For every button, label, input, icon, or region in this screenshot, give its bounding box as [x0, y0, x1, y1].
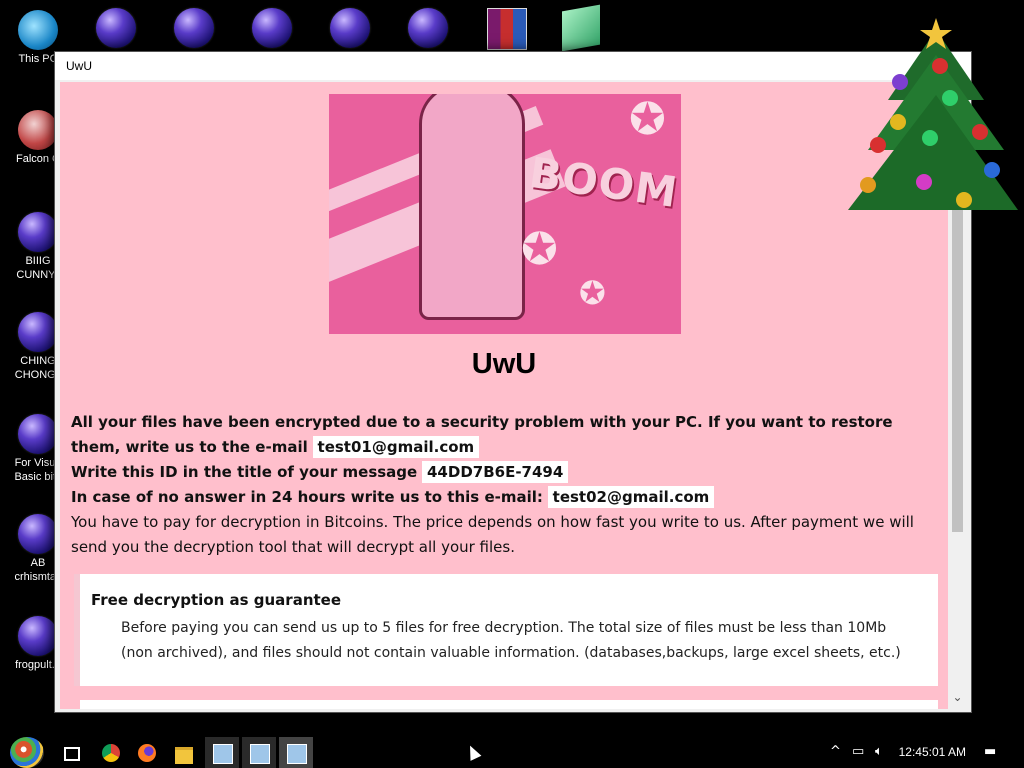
computer-icon — [18, 10, 58, 50]
firefox-button[interactable] — [130, 737, 164, 768]
christmas-tree-image — [848, 18, 1018, 210]
ornament-icon — [18, 312, 58, 352]
guarantee-text: Before paying you can send us up to 5 fi… — [121, 620, 901, 661]
scroll-down-arrow-icon[interactable]: ⌄ — [952, 691, 963, 703]
anime-girl-figure — [419, 94, 525, 320]
network-icon[interactable]: ▭ — [852, 744, 864, 759]
clock[interactable]: 12:45:01 AM — [899, 745, 966, 759]
desktop-icon-ornament-3[interactable] — [252, 8, 296, 52]
ornament-icon — [18, 212, 58, 252]
boom-text: BOOM — [526, 147, 681, 218]
app-window-icon — [213, 744, 233, 764]
file-explorer-button[interactable] — [167, 737, 201, 768]
page-title: UwU — [471, 348, 537, 380]
anime-image: BOOM ✪ ✪ ✪ — [329, 94, 681, 334]
volume-icon[interactable]: 🔈︎ — [875, 744, 883, 759]
desktop-icon-ornament-1[interactable] — [96, 8, 140, 52]
app-window-icon — [250, 744, 270, 764]
recycle-icon — [18, 110, 58, 150]
folder-icon — [175, 747, 193, 764]
scrollbar-thumb[interactable] — [952, 202, 963, 532]
app-window-icon — [287, 744, 307, 764]
chrome-icon — [102, 744, 120, 762]
guarantee-title: Free decryption as guarantee — [91, 591, 342, 609]
ornament-icon — [18, 414, 58, 454]
desktop-icon-label: This PC — [18, 53, 58, 65]
taskbar: ^ ▭ 🔈︎ 12:45:01 AM ▬ — [0, 737, 1024, 768]
task-view-button[interactable] — [54, 737, 88, 768]
window-content: BOOM ✪ ✪ ✪ UwU All your files have been … — [60, 82, 948, 709]
guarantee-panel: Free decryption as guarantee Before payi… — [80, 574, 938, 686]
desktop-icon-winrar[interactable] — [487, 8, 531, 52]
firefox-icon — [138, 744, 156, 762]
payment-text: You have to pay for decryption in Bitcoi… — [71, 513, 914, 556]
window-titlebar[interactable]: UwU — [55, 52, 971, 80]
instruction-text: Write this ID in the title of your messa… — [71, 463, 418, 481]
window-title: UwU — [66, 59, 92, 73]
desktop-icon-ornament-5[interactable] — [408, 8, 452, 52]
instruction-text: In case of no answer in 24 hours write u… — [71, 488, 543, 506]
chrome-button[interactable] — [94, 737, 128, 768]
start-button[interactable] — [6, 737, 46, 768]
taskbar-app-3[interactable] — [279, 737, 313, 768]
desktop-icon-ornament-2[interactable] — [174, 8, 218, 52]
ransom-window[interactable]: UwU BOOM ✪ ✪ ✪ UwU All your files have b… — [54, 51, 972, 713]
star-icon: ✪ — [521, 224, 558, 275]
ornament-icon — [18, 616, 58, 656]
desktop-icon-ornament-4[interactable] — [330, 8, 374, 52]
desktop-icon-notepad[interactable] — [562, 4, 606, 52]
instruction-text: All your files have been encrypted due t… — [71, 413, 893, 456]
next-panel — [80, 700, 938, 709]
notification-icon[interactable]: ▬ — [984, 744, 996, 759]
tray-chevron-icon[interactable]: ^ — [830, 744, 841, 759]
contact-email-1[interactable]: test01@gmail.com — [312, 436, 480, 458]
start-orb-icon — [10, 737, 44, 768]
taskbar-app-2[interactable] — [242, 737, 276, 768]
taskbar-app-1[interactable] — [205, 737, 239, 768]
ornament-icon — [18, 514, 58, 554]
star-icon: ✪ — [629, 94, 666, 145]
victim-id[interactable]: 44DD7B6E-7494 — [422, 461, 569, 483]
contact-email-2[interactable]: test02@gmail.com — [547, 486, 715, 508]
star-icon: ✪ — [579, 274, 606, 312]
ransom-message: All your files have been encrypted due t… — [71, 410, 931, 560]
task-view-icon — [64, 747, 80, 761]
